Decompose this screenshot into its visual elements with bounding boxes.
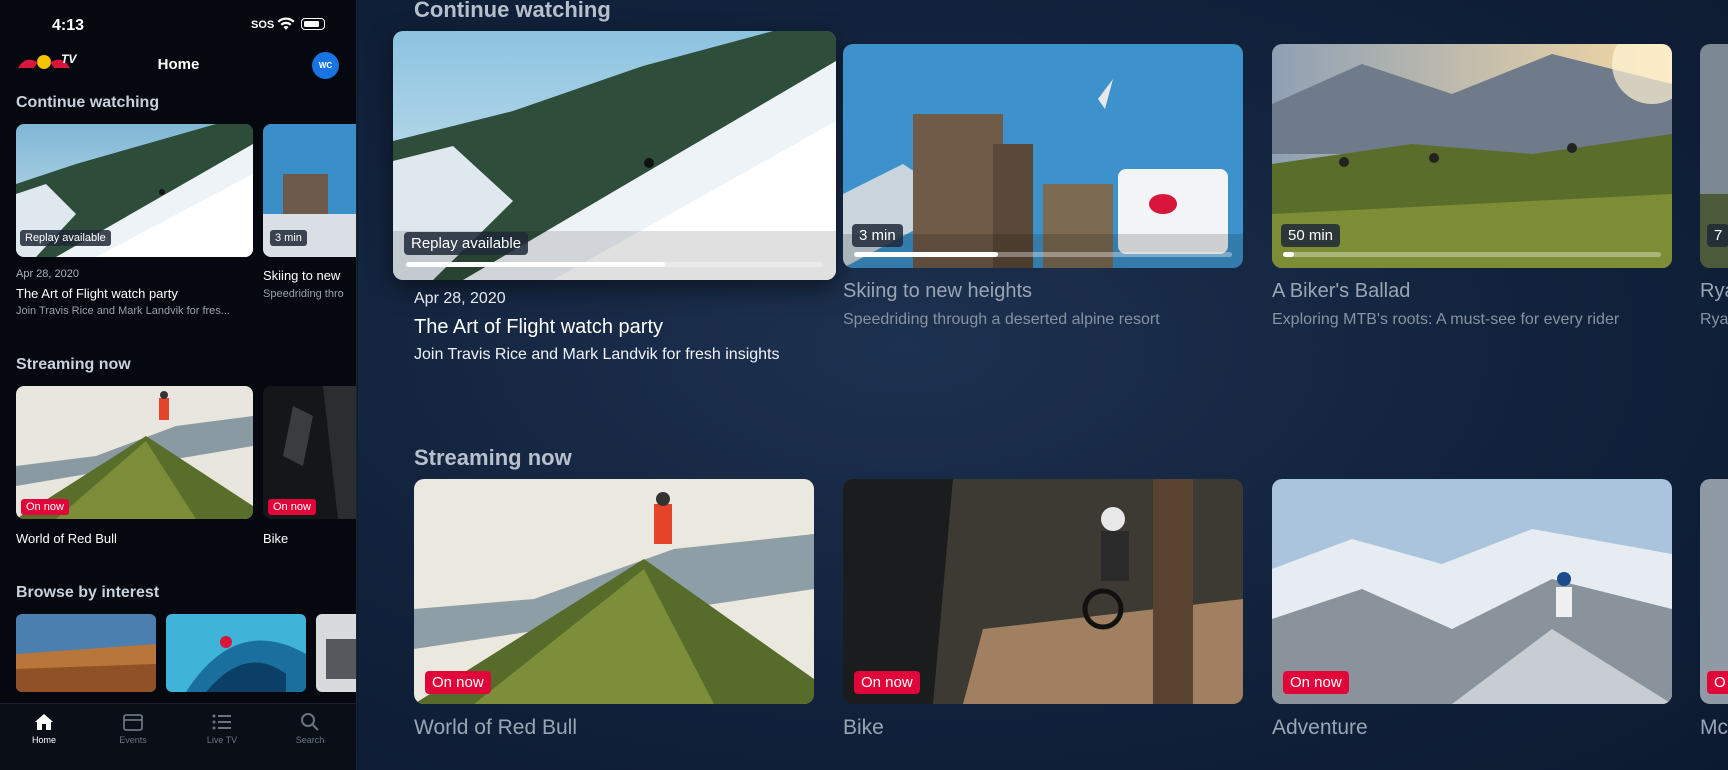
- continue-subtitle: Speedriding thro: [263, 288, 344, 300]
- tv-continue-subtitle: Speedriding through a deserted alpine re…: [843, 311, 1160, 328]
- streaming-card-world-of-red-bull[interactable]: On now: [16, 386, 253, 519]
- tv-duration-badge: 50 min: [1281, 224, 1341, 247]
- continue-card-skiing[interactable]: 3 min: [263, 124, 356, 257]
- continue-subtitle: Join Travis Rice and Mark Landvik for fr…: [16, 305, 230, 317]
- app-header: TV Home WC: [0, 48, 356, 82]
- duration-badge: 3 min: [270, 230, 307, 246]
- home-icon: [35, 714, 53, 730]
- tab-label: Events: [119, 735, 147, 745]
- tv-streaming-title: Mc: [1700, 716, 1728, 739]
- tv-section-title-streaming-now: Streaming now: [414, 445, 572, 470]
- tv-duration-badge: 7: [1707, 224, 1728, 247]
- streaming-title: Bike: [263, 531, 289, 546]
- tv-streaming-card-clipped[interactable]: O: [1700, 479, 1728, 704]
- tv-continue-date: Apr 28, 2020: [414, 290, 506, 307]
- tv-progress-fill: [406, 262, 665, 267]
- tv-progress-fill: [854, 252, 998, 257]
- interest-card-bike[interactable]: [16, 614, 156, 692]
- interest-card-motor[interactable]: [316, 614, 356, 692]
- interest-bike-thumbnail: [16, 614, 156, 692]
- tv-streaming-card-bike[interactable]: On now: [843, 479, 1243, 704]
- streaming-title: World of Red Bull: [16, 531, 117, 546]
- tv-duration-badge: 3 min: [852, 224, 903, 247]
- interest-motor-thumbnail: [316, 614, 356, 692]
- tv-progress-fill: [1283, 252, 1295, 257]
- status-time: 4:13: [52, 17, 85, 34]
- tv-screen: Continue watching Replay available Apr 2…: [358, 0, 1728, 770]
- tv-on-now-badge: O: [1707, 671, 1728, 694]
- continue-card-art-of-flight[interactable]: Replay available: [16, 124, 253, 257]
- interest-surf-thumbnail: [166, 614, 306, 692]
- calendar-icon: [123, 714, 143, 731]
- section-title-streaming-now: Streaming now: [16, 356, 131, 373]
- section-title-continue-watching: Continue watching: [16, 94, 160, 111]
- on-now-badge: On now: [21, 499, 69, 515]
- section-title-browse: Browse by interest: [16, 584, 160, 601]
- tv-on-now-badge: On now: [1283, 671, 1349, 694]
- tv-replay-badge: Replay available: [404, 232, 529, 255]
- on-now-badge: On now: [268, 499, 316, 515]
- tv-progress-bar: [854, 252, 1232, 257]
- continue-title: Skiing to new: [263, 268, 341, 283]
- tab-home[interactable]: Home: [14, 712, 74, 745]
- tv-continue-title: A Biker's Ballad: [1272, 280, 1411, 302]
- tab-events[interactable]: Events: [103, 712, 163, 745]
- tv-continue-card-bikers-ballad[interactable]: 50 min: [1272, 44, 1672, 268]
- battery-icon: [301, 18, 325, 30]
- page-title: Home: [157, 56, 200, 73]
- continue-title: The Art of Flight watch party: [16, 286, 178, 301]
- tv-progress-bar: [1283, 252, 1661, 257]
- tv-streaming-card-world-of-red-bull[interactable]: On now: [414, 479, 814, 704]
- list-icon: [212, 714, 231, 730]
- status-sos: SOS: [251, 19, 275, 31]
- avatar[interactable]: WC: [312, 52, 339, 79]
- tv-continue-subtitle: Exploring MTB's roots: A must-see for ev…: [1272, 311, 1620, 328]
- tv-continue-card-clipped[interactable]: 7: [1700, 44, 1728, 268]
- status-bar: 4:13 SOS: [0, 0, 356, 48]
- tab-live-tv[interactable]: Live TV: [192, 712, 252, 745]
- tv-streaming-card-adventure[interactable]: On now: [1272, 479, 1672, 704]
- tv-continue-title: Skiing to new heights: [843, 280, 1033, 302]
- tab-label: Search: [295, 735, 325, 745]
- tab-bar: Home Events Live TV Search: [0, 703, 356, 770]
- tv-continue-subtitle: Join Travis Rice and Mark Landvik for fr…: [414, 346, 780, 363]
- tv-continue-subtitle: Rya: [1700, 311, 1728, 328]
- tv-progress-bar: [406, 262, 823, 267]
- phone-screen: 4:13 SOS TV Home WC Continue watching Re…: [0, 0, 357, 770]
- tv-continue-card-art-of-flight[interactable]: Replay available: [393, 31, 836, 280]
- tv-streaming-title: Bike: [843, 716, 884, 739]
- tab-search[interactable]: Search: [280, 712, 340, 745]
- tv-section-title-continue-watching: Continue watching: [414, 0, 611, 22]
- tab-label: Live TV: [206, 735, 238, 745]
- tv-on-now-badge: On now: [425, 671, 491, 694]
- tab-label: Home: [31, 735, 56, 745]
- search-icon: [301, 713, 319, 731]
- tv-streaming-title: World of Red Bull: [414, 716, 578, 739]
- tv-continue-card-skiing[interactable]: 3 min: [843, 44, 1243, 268]
- tv-skiing-thumbnail: [843, 44, 1243, 268]
- wifi-icon: [277, 17, 295, 30]
- streaming-card-bike[interactable]: On now: [263, 386, 356, 519]
- tv-on-now-badge: On now: [854, 671, 920, 694]
- continue-date: Apr 28, 2020: [16, 268, 79, 280]
- tv-continue-title: The Art of Flight watch party: [414, 316, 663, 338]
- tv-continue-title: Rya: [1700, 280, 1728, 302]
- interest-card-surf[interactable]: [166, 614, 306, 692]
- tv-streaming-title: Adventure: [1272, 716, 1368, 739]
- replay-badge: Replay available: [20, 230, 111, 246]
